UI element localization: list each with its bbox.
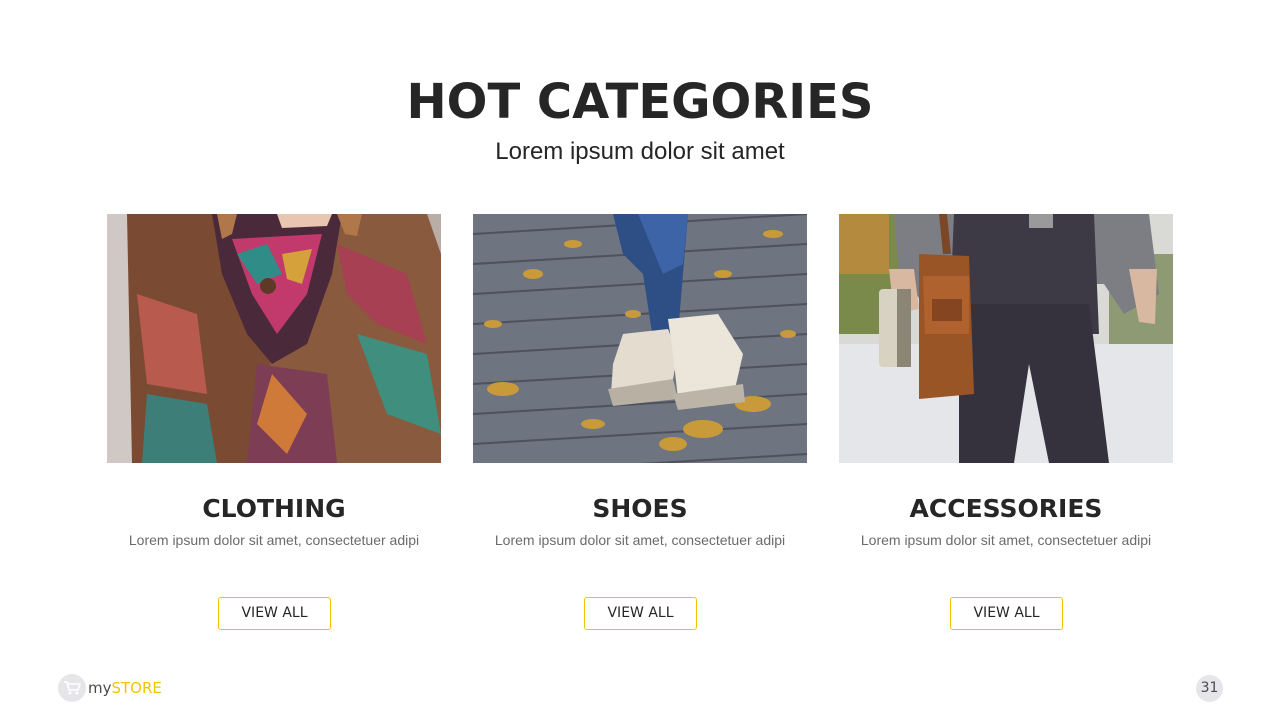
- page-number-badge: 31: [1196, 675, 1223, 702]
- view-all-accessories-button[interactable]: VIEW ALL: [950, 597, 1063, 630]
- card-description: Lorem ipsum dolor sit amet, consectetuer…: [860, 532, 1152, 548]
- card-title: ACCESSORIES: [909, 494, 1103, 523]
- view-all-clothing-button[interactable]: VIEW ALL: [218, 597, 331, 630]
- page-title: HOT CATEGORIES: [406, 74, 874, 130]
- brand-name: mySTORE: [88, 679, 162, 697]
- shoes-photo: [473, 214, 807, 463]
- view-all-shoes-button[interactable]: VIEW ALL: [584, 597, 697, 630]
- shopping-cart-icon: [58, 674, 86, 702]
- card-title: CLOTHING: [202, 494, 346, 523]
- card-description: Lorem ipsum dolor sit amet, consectetuer…: [494, 532, 786, 548]
- clothing-photo: [107, 214, 441, 463]
- category-card-shoes: SHOES Lorem ipsum dolor sit amet, consec…: [473, 214, 807, 634]
- brand-logo: mySTORE: [58, 674, 162, 702]
- slide: HOT CATEGORIES Lorem ipsum dolor sit ame…: [0, 0, 1280, 720]
- page-subtitle: Lorem ipsum dolor sit amet: [495, 138, 785, 165]
- brand-prefix: my: [88, 679, 112, 697]
- card-title: SHOES: [592, 494, 688, 523]
- brand-suffix: STORE: [111, 679, 162, 697]
- accessories-photo: [839, 214, 1173, 463]
- category-card-accessories: ACCESSORIES Lorem ipsum dolor sit amet, …: [839, 214, 1173, 634]
- category-card-clothing: CLOTHING Lorem ipsum dolor sit amet, con…: [107, 214, 441, 634]
- card-description: Lorem ipsum dolor sit amet, consectetuer…: [128, 532, 420, 548]
